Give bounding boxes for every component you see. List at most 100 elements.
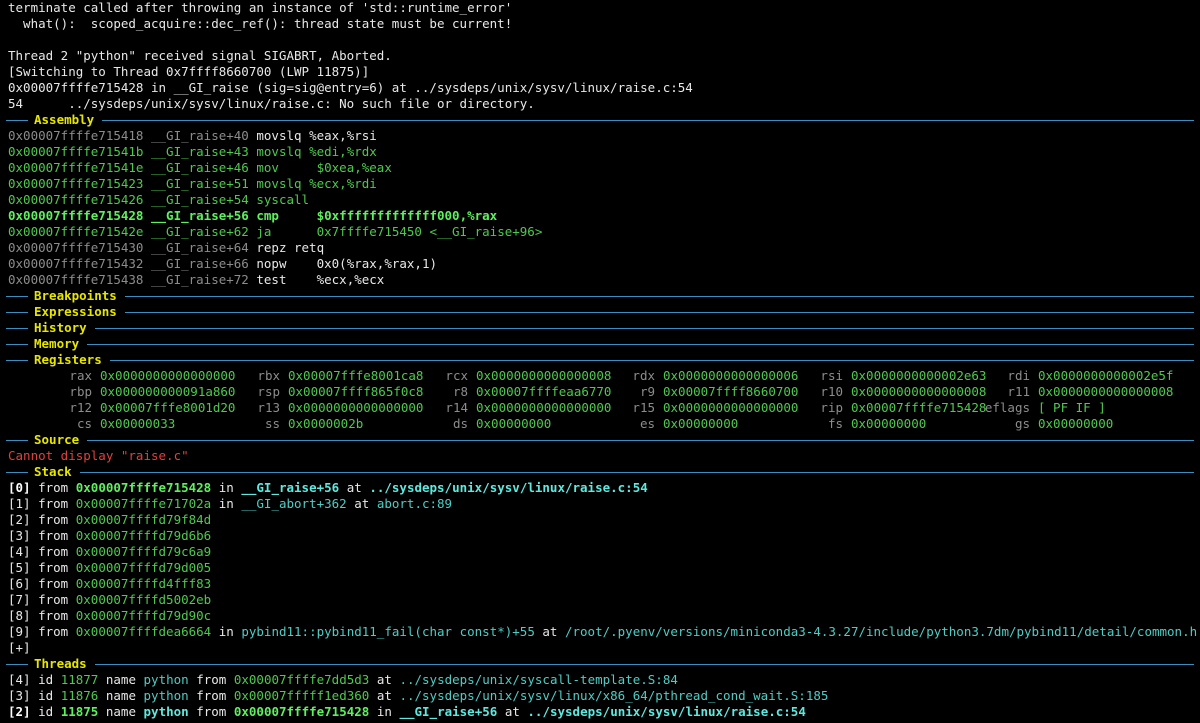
stack-frame: [6] from 0x00007ffffd4fff83 bbox=[8, 576, 1200, 592]
register-name: rdi bbox=[1007, 368, 1030, 383]
asm-address: 0x00007ffffe715428 bbox=[8, 208, 144, 223]
console-line: 0x00007ffffe715428 in __GI_raise (sig=si… bbox=[8, 80, 1200, 96]
frame-address: 0x00007ffffd5002eb bbox=[75, 592, 212, 607]
register-value: 0x00007fffe8001ca8 bbox=[288, 368, 424, 383]
word-from: from bbox=[38, 624, 69, 639]
frame-index: [2] bbox=[8, 512, 31, 527]
asm-line: 0x00007ffffe71541b __GI_raise+43 movslq … bbox=[8, 144, 1200, 160]
frame-file: /root/.pyenv/versions/miniconda3-4.3.27/… bbox=[564, 624, 1200, 639]
rule-line bbox=[6, 328, 28, 329]
thread-name: python bbox=[143, 688, 189, 703]
asm-opcode: movslq bbox=[256, 176, 302, 191]
rule-line bbox=[6, 344, 28, 345]
asm-opcode: mov bbox=[256, 160, 302, 175]
asm-address: 0x00007ffffe71542e bbox=[8, 224, 144, 239]
section-header-expressions: Expressions bbox=[0, 304, 1200, 320]
register-value: 0x0000002b bbox=[288, 416, 364, 431]
register-value: 0x0000000000000008 bbox=[1038, 384, 1174, 399]
word-from: from bbox=[196, 704, 227, 719]
stack-frame: [1] from 0x00007ffffe71702a in __GI_abor… bbox=[8, 496, 1200, 512]
word-at: at bbox=[504, 704, 520, 719]
console-line: Thread 2 "python" received signal SIGABR… bbox=[8, 48, 1200, 64]
rule-line bbox=[124, 312, 1194, 313]
console-line: 54 ../sysdeps/unix/sysv/linux/raise.c: N… bbox=[8, 96, 1200, 112]
asm-opcode: cmp bbox=[256, 208, 302, 223]
rule-line bbox=[87, 440, 1194, 441]
register-value: 0x0000000000000000 bbox=[100, 368, 236, 383]
stack-more-toggle[interactable]: [+] bbox=[8, 640, 31, 655]
register-value: 0x00000000 bbox=[663, 416, 739, 431]
word-in: in bbox=[218, 496, 234, 511]
register-value: 0x00007fffe8001d20 bbox=[100, 400, 236, 415]
asm-symbol: __GI_raise+62 bbox=[151, 224, 249, 239]
rule-line bbox=[94, 328, 1194, 329]
console-text: what(): scoped_acquire::dec_ref(): threa… bbox=[8, 16, 513, 31]
asm-opcode: ja bbox=[256, 224, 302, 239]
register-row: rbp 0x000000000091a860 rsp 0x00007ffff865f0… bbox=[8, 384, 1200, 400]
console-text: [Switching to Thread 0x7ffff8660700 (LWP… bbox=[8, 64, 370, 79]
asm-opcode: syscall bbox=[256, 192, 310, 207]
frame-function: __GI_abort+362 bbox=[241, 496, 347, 511]
section-title-memory: Memory bbox=[34, 336, 80, 351]
asm-address: 0x00007ffffe715438 bbox=[8, 272, 144, 287]
word-from: from bbox=[38, 544, 69, 559]
stack-frame: [8] from 0x00007ffffd79d90c bbox=[8, 608, 1200, 624]
stack-frame: [4] from 0x00007ffffd79c6a9 bbox=[8, 544, 1200, 560]
register-row: rax 0x0000000000000000 rbx 0x00007fffe8001c… bbox=[8, 368, 1200, 384]
stack-frame: [3] from 0x00007ffffd79d6b6 bbox=[8, 528, 1200, 544]
register-name: rsi bbox=[820, 368, 843, 383]
frame-address: 0x00007ffffd79d6b6 bbox=[75, 528, 212, 543]
asm-symbol: __GI_raise+56 bbox=[151, 208, 249, 223]
console-text: Thread 2 "python" received signal SIGABR… bbox=[8, 48, 392, 63]
thread-index: [2] bbox=[8, 704, 31, 719]
thread-id: 11875 bbox=[60, 704, 99, 719]
asm-operands: %ecx,%rdi bbox=[309, 176, 377, 191]
register-value: 0x000000000091a860 bbox=[100, 384, 236, 399]
word-from: from bbox=[38, 608, 69, 623]
register-value: 0x00007ffff865f0c8 bbox=[288, 384, 424, 399]
rule-line bbox=[6, 296, 28, 297]
asm-line: 0x00007ffffe715418 __GI_raise+40 movslq … bbox=[8, 128, 1200, 144]
word-from: from bbox=[196, 688, 227, 703]
rule-line bbox=[6, 120, 28, 121]
console-line: [Switching to Thread 0x7ffff8660700 (LWP… bbox=[8, 64, 1200, 80]
word-at: at bbox=[346, 480, 362, 495]
section-header-registers: Registers bbox=[0, 352, 1200, 368]
register-name: rip bbox=[820, 400, 843, 415]
word-from: from bbox=[38, 512, 69, 527]
register-name: r14 bbox=[445, 400, 468, 415]
asm-symbol: __GI_raise+43 bbox=[151, 144, 249, 159]
register-name: r10 bbox=[820, 384, 843, 399]
register-name: rbp bbox=[69, 384, 92, 399]
rule-line bbox=[6, 472, 28, 473]
register-value: 0x0000000000000008 bbox=[476, 368, 612, 383]
register-name: rbx bbox=[257, 368, 280, 383]
section-header-assembly: Assembly bbox=[0, 112, 1200, 128]
register-name: eflags bbox=[984, 400, 1030, 415]
asm-opcode: repz retq bbox=[256, 240, 325, 255]
register-value: 0x0000000000000000 bbox=[663, 400, 799, 415]
register-name: rcx bbox=[445, 368, 468, 383]
register-row: cs 0x00000033 ss 0x0000002b ds 0x00000000 es 0x… bbox=[8, 416, 1200, 432]
frame-file: abort.c:89 bbox=[376, 496, 453, 511]
stack-frame: [0] from 0x00007ffffe715428 in __GI_rais… bbox=[8, 480, 1200, 496]
asm-operands: 0x7ffffe715450 <__GI_raise+96> bbox=[309, 224, 543, 239]
asm-operands: %edi,%rdx bbox=[309, 144, 377, 159]
thread-index: [4] bbox=[8, 672, 31, 687]
section-title-assembly: Assembly bbox=[34, 112, 95, 127]
register-row: r12 0x00007fffe8001d20 r13 0x00000000000000… bbox=[8, 400, 1200, 416]
register-name: cs bbox=[76, 416, 92, 431]
word-from: from bbox=[38, 560, 69, 575]
thread-address: 0x00007ffffe715428 bbox=[233, 704, 370, 719]
section-header-memory: Memory bbox=[0, 336, 1200, 352]
word-in: in bbox=[376, 704, 392, 719]
word-in: in bbox=[218, 480, 234, 495]
asm-operands: %eax,%rsi bbox=[309, 128, 377, 143]
register-name: r11 bbox=[1007, 384, 1030, 399]
frame-index: [8] bbox=[8, 608, 31, 623]
console-line: what(): scoped_acquire::dec_ref(): threa… bbox=[8, 16, 1200, 32]
frame-index: [4] bbox=[8, 544, 31, 559]
frame-address: 0x00007ffffd79d90c bbox=[75, 608, 212, 623]
register-name: r9 bbox=[639, 384, 655, 399]
asm-operands: $0xea,%eax bbox=[309, 160, 392, 175]
